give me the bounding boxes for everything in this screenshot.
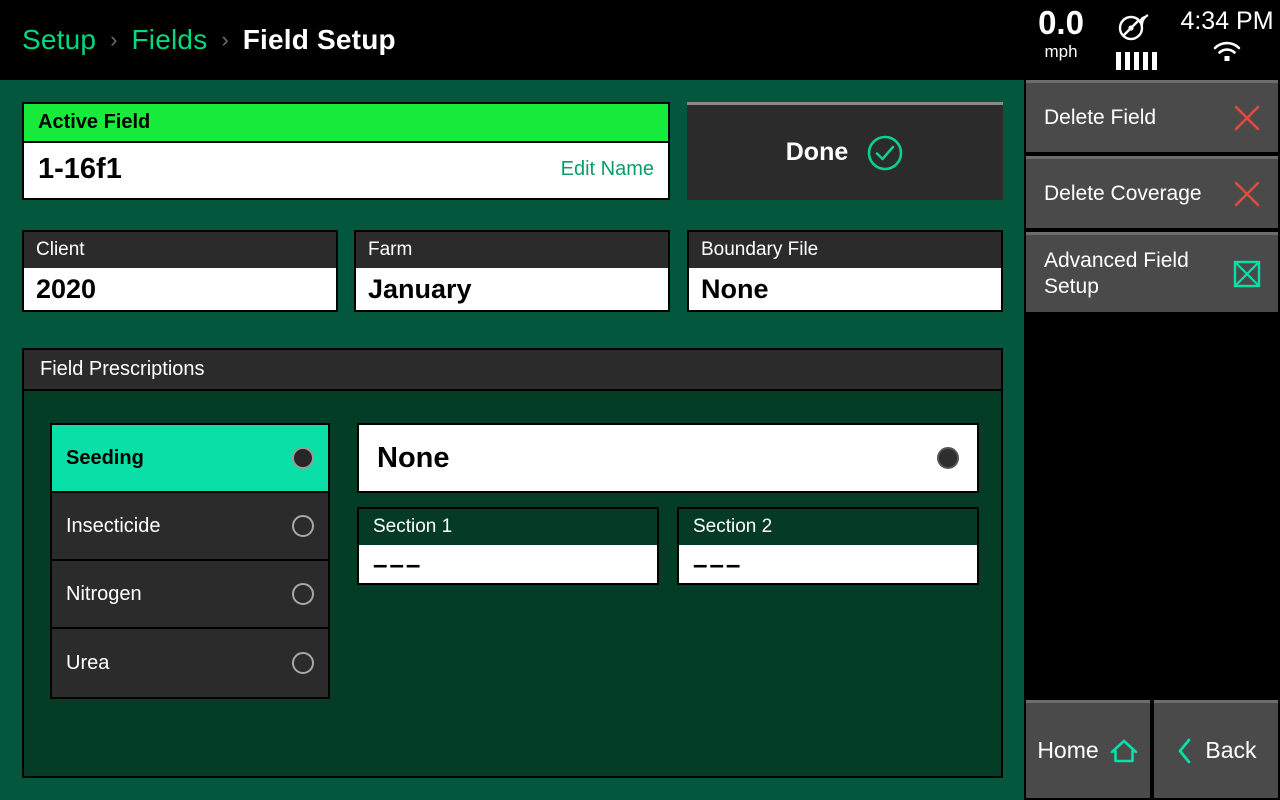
boundary-file-field[interactable]: Boundary File None [687, 230, 1003, 312]
top-status-bar: Setup › Fields › Field Setup 0.0 mph 4:3… [0, 0, 1280, 80]
active-field-name: 1-16f1 [38, 153, 122, 185]
time-value: 4:34 PM [1180, 7, 1274, 35]
boundary-file-header: Boundary File [689, 232, 1001, 268]
boundary-file-value: None [701, 273, 769, 304]
section-1-header: Section 1 [359, 509, 657, 545]
prescription-item-label: Seeding [66, 446, 144, 469]
chevron-left-icon [1179, 738, 1191, 763]
radio-icon[interactable] [292, 515, 314, 537]
active-field-header-label: Active Field [38, 111, 151, 133]
active-field-header: Active Field [24, 104, 668, 143]
client-field-body: 2020 [24, 268, 336, 310]
gps-signal-bars [1100, 52, 1172, 70]
prescription-value-row[interactable]: None [357, 423, 979, 493]
delete-coverage-button[interactable]: Delete Coverage [1026, 156, 1278, 228]
prescription-item-label: Insecticide [66, 514, 161, 537]
satellite-dish-icon [1118, 14, 1149, 41]
prescription-item-urea[interactable]: Urea [52, 629, 328, 697]
check-circle-icon [867, 135, 903, 170]
section-2-body: ––– [679, 545, 977, 583]
advanced-field-setup-label: Advanced Field Setup [1044, 248, 1189, 298]
speed-unit: mph [1044, 42, 1078, 61]
wifi-icon [1213, 41, 1241, 61]
status-indicators: 0.0 mph 4:34 PM [1000, 0, 1280, 80]
back-button-label: Back [1205, 737, 1257, 763]
prescription-item-seeding[interactable]: Seeding [52, 425, 328, 493]
app-screen: Setup › Fields › Field Setup 0.0 mph 4:3… [0, 0, 1280, 800]
speed-indicator: 0.0 mph [1026, 6, 1096, 62]
done-button-label: Done [785, 138, 849, 166]
prescription-item-label: Nitrogen [66, 582, 142, 605]
prescription-item-nitrogen[interactable]: Nitrogen [52, 561, 328, 629]
breadcrumb-item-fields[interactable]: Fields [132, 24, 208, 56]
field-setup-panel: Active Field 1-16f1 Edit Name Done Clien… [0, 80, 1024, 800]
farm-field[interactable]: Farm January [354, 230, 670, 312]
done-button[interactable]: Done [687, 102, 1003, 200]
advanced-field-setup-button[interactable]: Advanced Field Setup [1026, 232, 1278, 312]
boundary-file-label: Boundary File [701, 239, 819, 260]
radio-icon[interactable] [292, 447, 314, 469]
speed-value: 0.0 [1038, 4, 1084, 41]
right-sidebar: Delete Field Delete Coverage Advanced Fi… [1024, 80, 1280, 800]
prescription-item-label: Urea [66, 651, 110, 674]
clock: 4:34 PM [1178, 6, 1276, 62]
boundary-file-body: None [689, 268, 1001, 310]
home-button[interactable]: Home [1026, 700, 1150, 798]
radio-icon[interactable] [292, 652, 314, 674]
field-prescriptions-section: Field Prescriptions Seeding Insecticide … [22, 348, 1003, 778]
section-2-header: Section 2 [679, 509, 977, 545]
client-field-header: Client [24, 232, 336, 268]
prescription-item-insecticide[interactable]: Insecticide [52, 493, 328, 561]
delete-field-label: Delete Field [1044, 105, 1157, 129]
chevron-right-icon: › [110, 27, 118, 52]
breadcrumb: Setup › Fields › Field Setup [0, 24, 396, 56]
gps-indicator [1100, 10, 1172, 70]
home-button-label: Home [1037, 737, 1099, 763]
farm-field-body: January [356, 268, 668, 310]
section-1-card[interactable]: Section 1 ––– [357, 507, 659, 585]
bottom-navigation: Home Back [1024, 700, 1280, 800]
active-field-card: Active Field 1-16f1 Edit Name [22, 102, 670, 200]
section-1-label: Section 1 [373, 516, 453, 537]
section-1-body: ––– [359, 545, 657, 583]
breadcrumb-item-setup[interactable]: Setup [22, 24, 96, 56]
chevron-right-icon: › [221, 27, 229, 52]
radio-icon[interactable] [937, 447, 959, 469]
section-1-value: ––– [373, 548, 423, 579]
section-2-value: ––– [693, 548, 743, 579]
page-title: Field Setup [242, 24, 396, 55]
field-boundary-icon [1233, 260, 1261, 287]
farm-field-header: Farm [356, 232, 668, 268]
delete-coverage-label: Delete Coverage [1044, 181, 1202, 205]
client-field[interactable]: Client 2020 [22, 230, 338, 312]
close-x-icon [1234, 181, 1260, 206]
delete-field-button[interactable]: Delete Field [1026, 80, 1278, 152]
farm-field-label: Farm [368, 239, 413, 260]
field-prescriptions-label: Field Prescriptions [40, 358, 205, 380]
client-field-value: 2020 [36, 273, 97, 304]
prescription-value: None [377, 441, 450, 474]
home-icon [1110, 739, 1137, 762]
farm-field-value: January [368, 273, 472, 304]
active-field-body[interactable]: 1-16f1 Edit Name [24, 143, 668, 196]
section-2-card[interactable]: Section 2 ––– [677, 507, 979, 585]
client-field-label: Client [36, 239, 85, 260]
radio-icon[interactable] [292, 583, 314, 605]
back-button[interactable]: Back [1154, 700, 1278, 798]
prescription-list: Seeding Insecticide Nitrogen Urea [50, 423, 330, 699]
field-prescriptions-header: Field Prescriptions [24, 350, 1001, 391]
section-2-label: Section 2 [693, 516, 773, 537]
main-content: Active Field 1-16f1 Edit Name Done Clien… [0, 80, 1024, 800]
edit-name-link[interactable]: Edit Name [561, 158, 654, 181]
close-x-icon [1234, 105, 1260, 130]
